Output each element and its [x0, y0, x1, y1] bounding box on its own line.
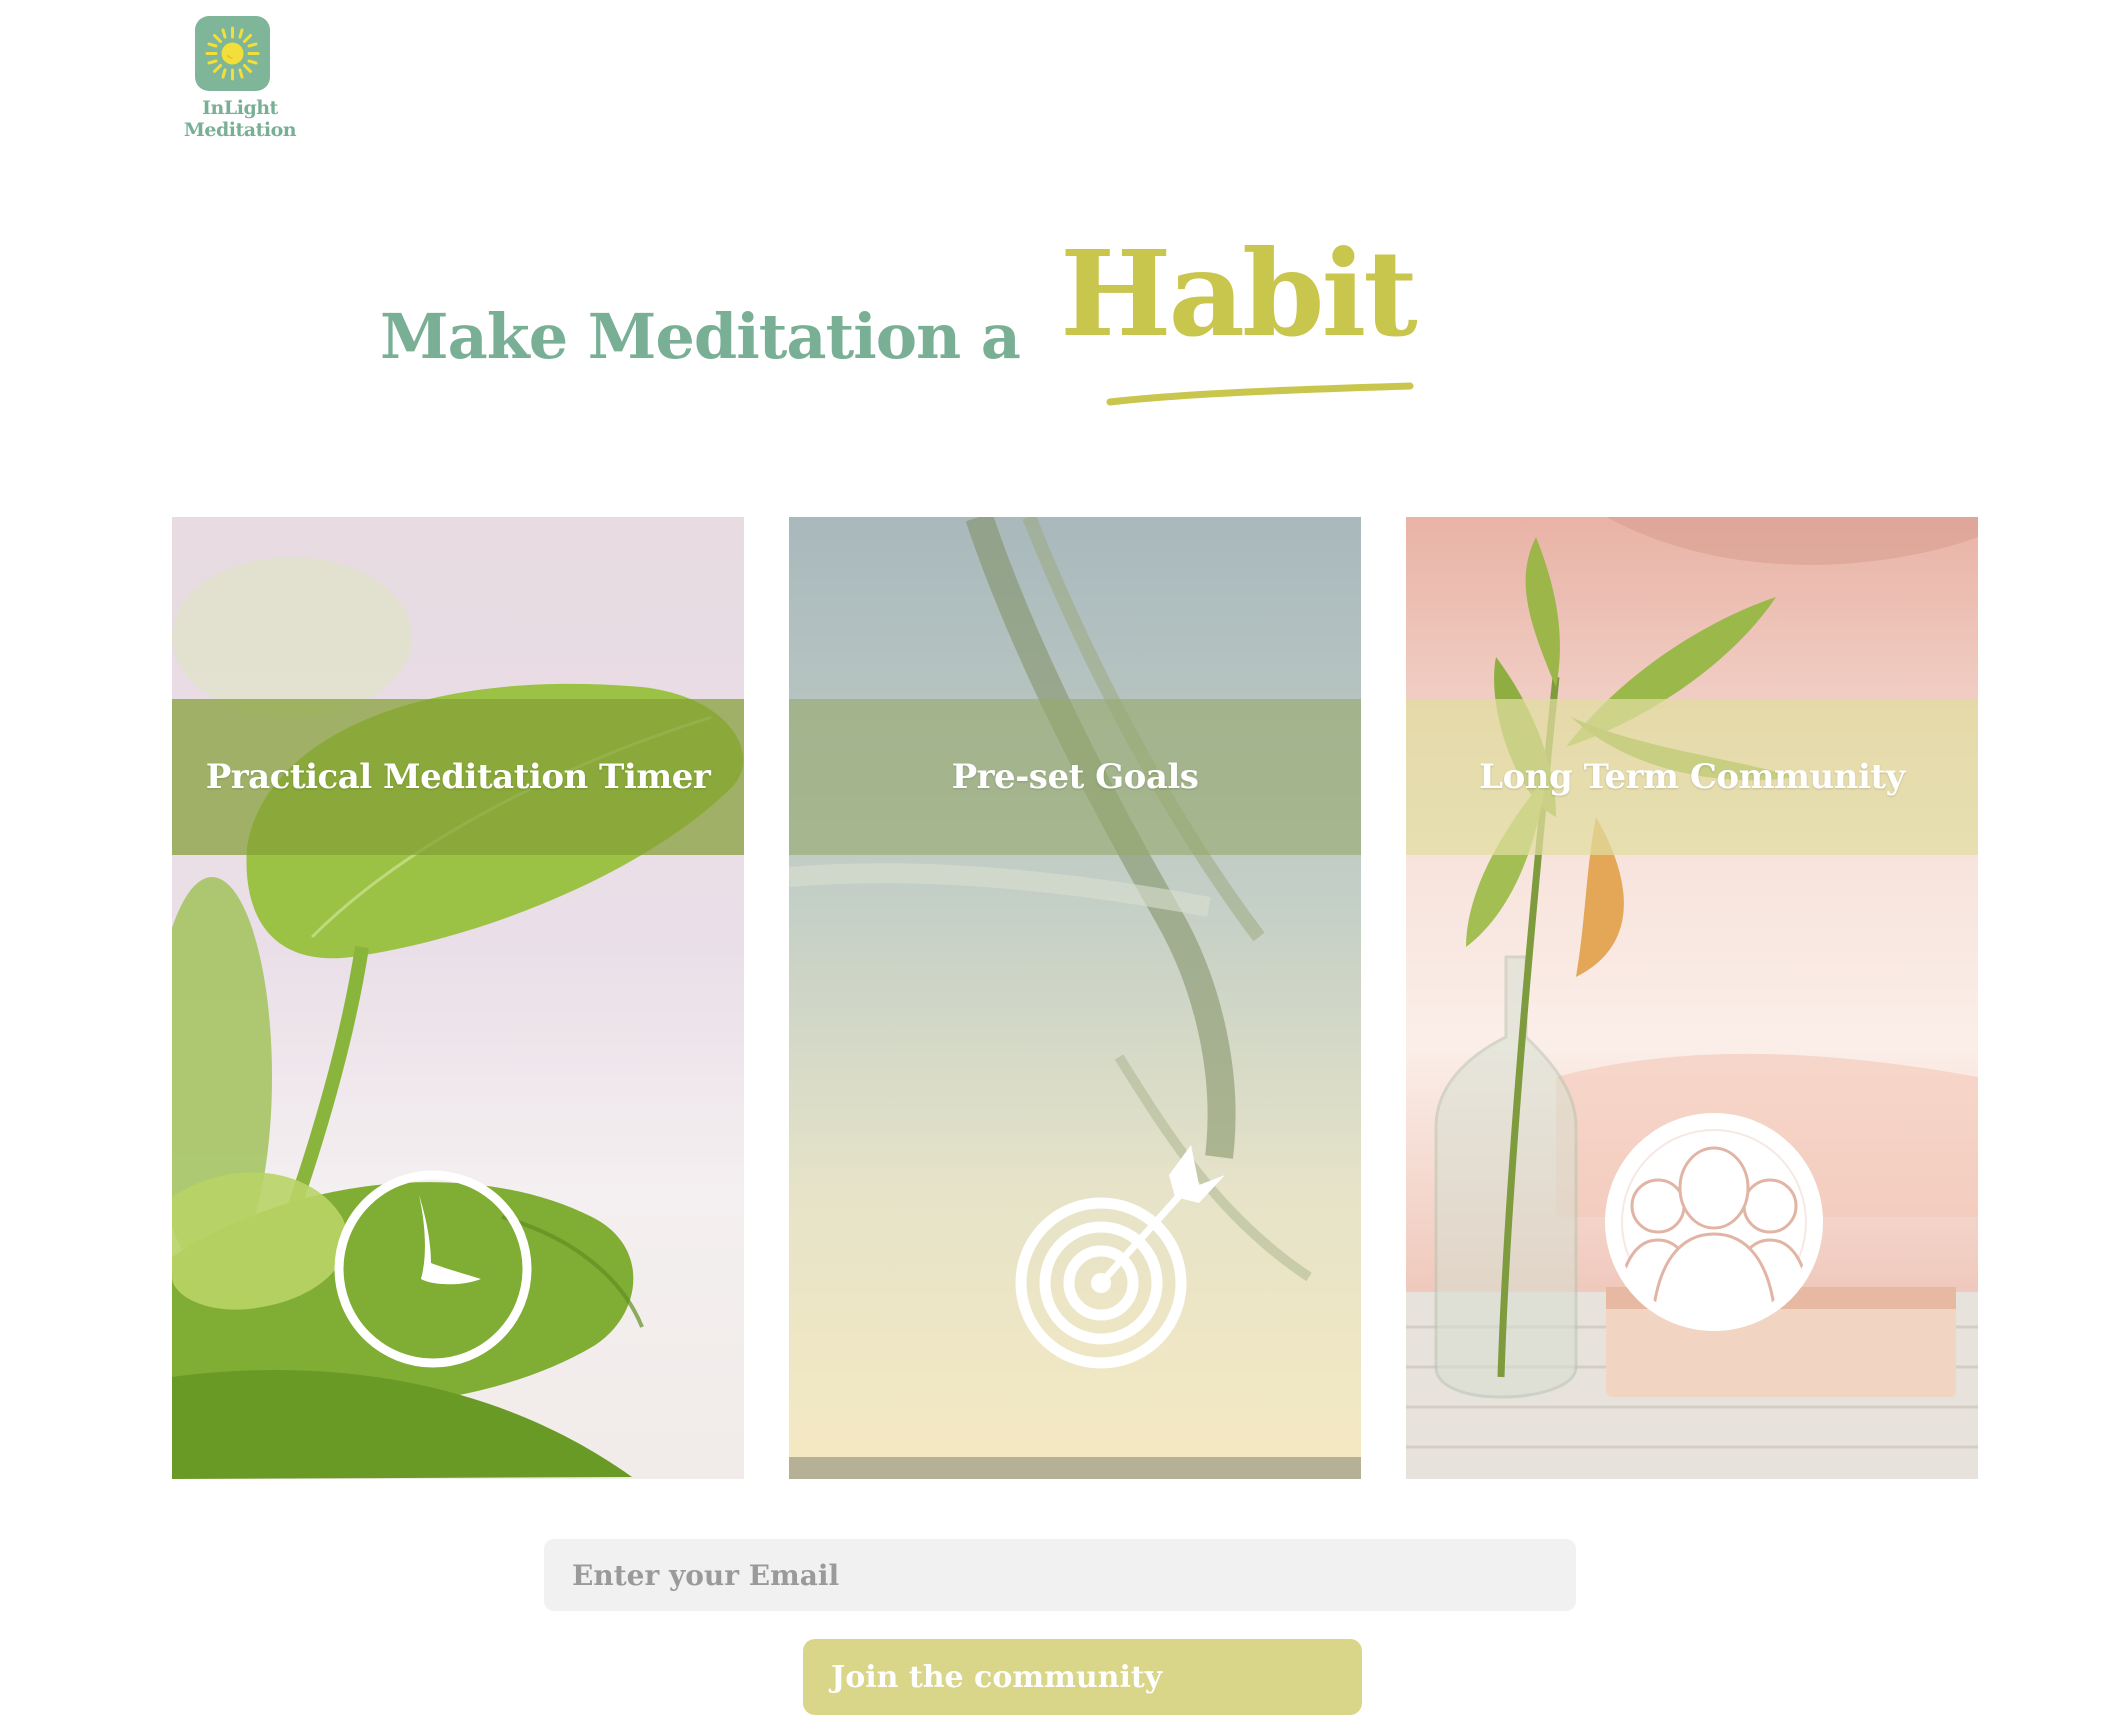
community-icon [1605, 1113, 1823, 1331]
clock-icon [334, 1170, 532, 1368]
feature-title: Practical Meditation Timer [205, 757, 711, 797]
feature-title-band: Pre-set Goals [789, 699, 1361, 855]
headline-text: Make Meditation a [380, 300, 1021, 373]
target-icon [1015, 1145, 1225, 1369]
feature-card-community[interactable]: Long Term Community [1406, 517, 1978, 1479]
headline-underline [1106, 382, 1414, 406]
feature-title-band: Long Term Community [1406, 699, 1978, 855]
feature-card-goals[interactable]: Pre-set Goals [789, 517, 1361, 1479]
join-community-button[interactable]: Join the community [803, 1639, 1362, 1715]
feature-card-timer[interactable]: Practical Meditation Timer [172, 517, 744, 1479]
feature-title-band: Practical Meditation Timer [172, 699, 744, 855]
feature-title: Pre-set Goals [951, 757, 1199, 797]
sun-icon [205, 26, 260, 81]
feature-title: Long Term Community [1479, 757, 1905, 797]
landing-page: InLight Meditation Make Meditation a Hab… [0, 0, 2125, 1719]
vase-photo [1406, 517, 1978, 1479]
brand-name[interactable]: InLight Meditation [150, 97, 330, 141]
headline-accent-word: Habit [1060, 224, 1418, 363]
brand-logo[interactable] [195, 16, 270, 91]
email-input[interactable] [544, 1539, 1576, 1611]
